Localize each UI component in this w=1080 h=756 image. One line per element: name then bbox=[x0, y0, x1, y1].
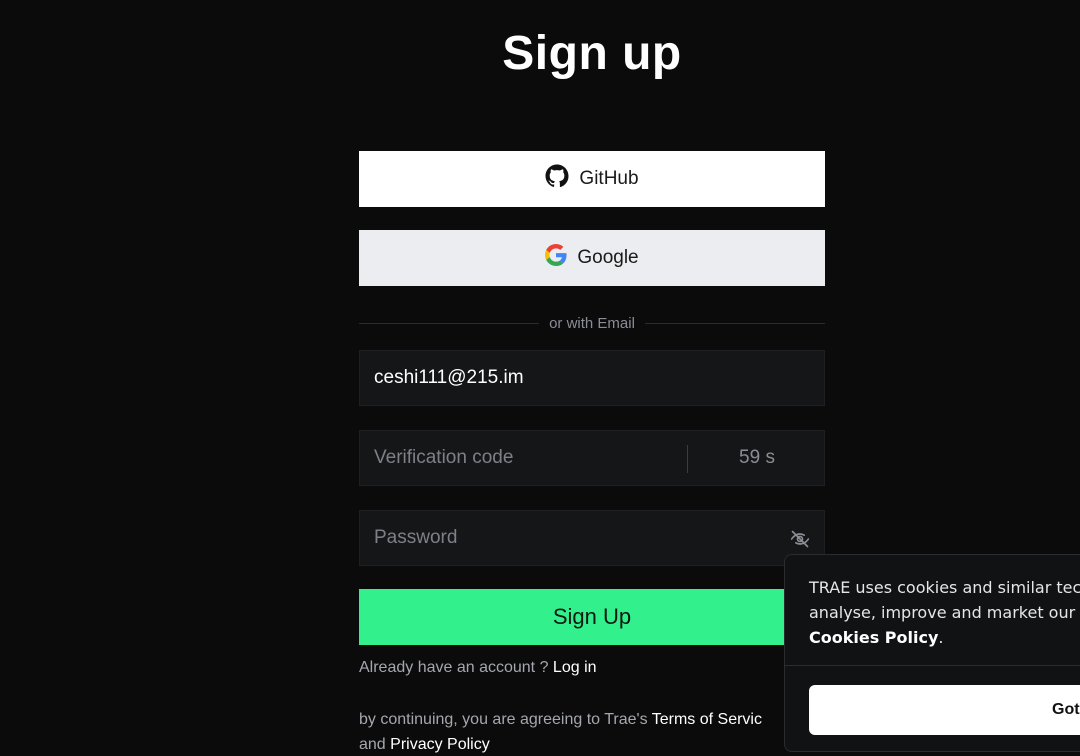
cookie-separator bbox=[785, 665, 1080, 666]
legal-and: and bbox=[359, 736, 386, 753]
google-button-label: Google bbox=[577, 247, 639, 268]
cookie-text: TRAE uses cookies and similar tech analy… bbox=[809, 575, 1080, 650]
cookie-accept-label: Got bbox=[1052, 701, 1080, 718]
verification-code-field[interactable]: Verification code 59 s bbox=[359, 430, 825, 486]
email-value: ceshi111@215.im bbox=[374, 367, 524, 388]
terms-link[interactable]: Terms of Servic bbox=[652, 711, 762, 728]
page-title: Sign up bbox=[502, 27, 682, 80]
divider-line-right bbox=[644, 322, 826, 324]
resend-countdown: 59 s bbox=[739, 447, 775, 468]
cookie-line-1: TRAE uses cookies and similar tech bbox=[809, 578, 1080, 597]
login-link[interactable]: Log in bbox=[553, 659, 597, 676]
legal-prefix: by continuing, you are agreeing to Trae'… bbox=[359, 711, 648, 728]
divider-line-left bbox=[359, 322, 540, 324]
password-field[interactable]: Password bbox=[359, 510, 825, 566]
already-text: Already have an account ? bbox=[359, 659, 549, 676]
github-button-label: GitHub bbox=[579, 168, 639, 189]
privacy-link[interactable]: Privacy Policy bbox=[390, 736, 490, 753]
password-placeholder: Password bbox=[374, 527, 458, 548]
cookies-policy-link[interactable]: Cookies Policy bbox=[809, 628, 938, 647]
google-icon bbox=[545, 244, 567, 272]
cookie-banner: TRAE uses cookies and similar tech analy… bbox=[784, 554, 1080, 752]
signup-page: Sign up GitHub Google or with Email cesh… bbox=[0, 0, 1080, 756]
signup-form: GitHub Google or with Email ceshi111@215… bbox=[359, 151, 826, 756]
divider-text: or with Email bbox=[549, 314, 635, 332]
email-field[interactable]: ceshi111@215.im bbox=[359, 350, 825, 406]
login-prompt: Already have an account ? Log in bbox=[359, 659, 825, 677]
github-icon bbox=[545, 164, 569, 194]
signup-button-label: Sign Up bbox=[552, 604, 632, 629]
github-signin-button[interactable]: GitHub bbox=[359, 151, 825, 207]
google-signin-button[interactable]: Google bbox=[359, 230, 825, 286]
email-divider: or with Email bbox=[359, 311, 826, 335]
signup-button[interactable]: Sign Up bbox=[359, 589, 825, 645]
eye-off-icon[interactable] bbox=[790, 529, 810, 549]
cookie-policy-suffix: . bbox=[938, 628, 944, 647]
cookie-line-2: analyse, improve and market our se bbox=[809, 603, 1080, 622]
cookie-accept-button[interactable]: Got bbox=[809, 685, 1080, 735]
